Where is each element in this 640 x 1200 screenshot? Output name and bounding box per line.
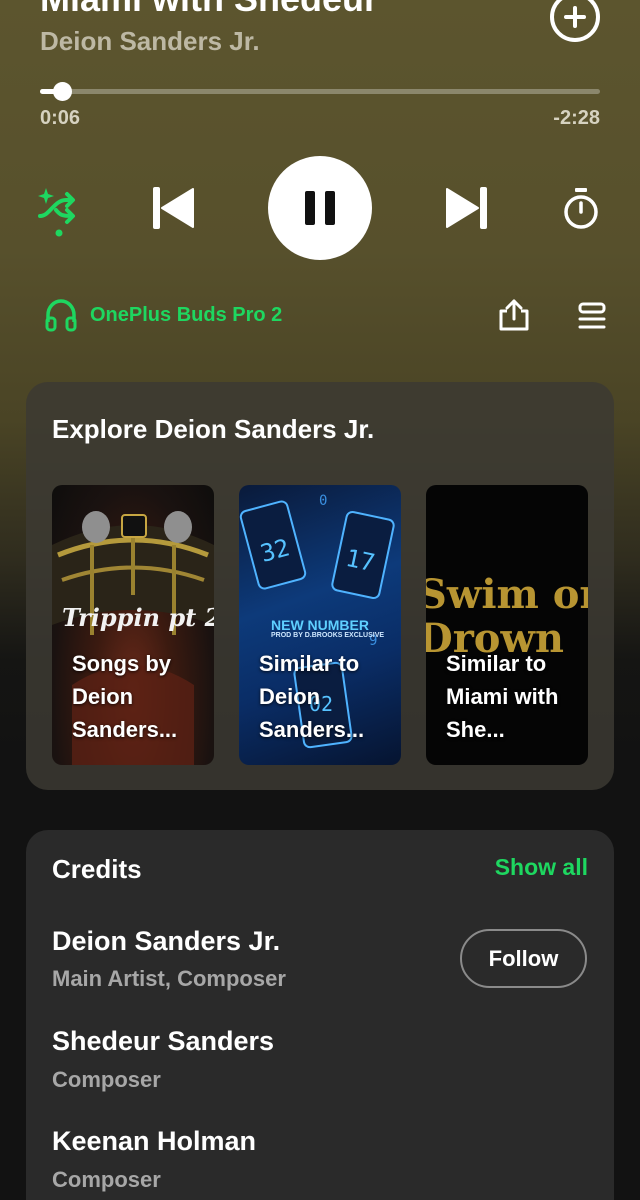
credit-role: Main Artist, Composer — [52, 966, 286, 991]
credit-role: Composer — [52, 1167, 161, 1192]
explore-tile-similar-song[interactable]: Swim or Drown Similar to Miami with She.… — [426, 485, 588, 765]
svg-text:17: 17 — [343, 544, 377, 577]
headphones-icon — [45, 299, 77, 332]
credits-section: Credits Show all Deion Sanders Jr. Main … — [26, 830, 614, 1200]
tile-art-subtitle: PROD BY D.BROOKS EXCLUSIVE — [271, 632, 385, 639]
explore-tile-songs-by[interactable]: Trippin pt 2 Songs by Deion Sanders... — [52, 485, 214, 765]
connected-device[interactable]: OnePlus Buds Pro 2 — [44, 298, 282, 332]
remaining-time: -2:28 — [553, 107, 600, 129]
explore-tile-similar-artist[interactable]: 32 17 02 0 9 NEW NUMBER PROD BY D.BROOKS… — [239, 485, 401, 765]
sleep-timer-icon[interactable] — [560, 186, 602, 230]
follow-button[interactable]: Follow — [460, 929, 587, 988]
credit-role: Composer — [52, 1067, 161, 1092]
share-icon[interactable] — [498, 298, 530, 332]
artist-name[interactable]: Deion Sanders Jr. — [40, 26, 260, 57]
progress-thumb[interactable] — [52, 82, 72, 101]
tile-art-title: Trippin pt 2 — [62, 603, 214, 632]
credit-name[interactable]: Keenan Holman — [52, 1126, 256, 1157]
show-all-link[interactable]: Show all — [495, 854, 588, 881]
tile-art-title: NEW NUMBER — [271, 617, 369, 633]
device-name: OnePlus Buds Pro 2 — [90, 303, 283, 326]
progress-bar[interactable] — [40, 82, 600, 101]
plus-circle-icon[interactable] — [550, 0, 600, 42]
pause-button[interactable] — [268, 156, 372, 260]
song-title[interactable]: Miami with Shedeur — [40, 0, 378, 20]
section-title: Credits — [52, 854, 142, 884]
smart-shuffle-icon[interactable] — [36, 186, 82, 238]
tile-label: Similar to Miami with She... — [446, 651, 559, 742]
section-title: Explore Deion Sanders Jr. — [52, 414, 375, 444]
credit-name[interactable]: Shedeur Sanders — [52, 1026, 274, 1057]
tile-label: Songs by Deion Sanders... — [72, 651, 178, 742]
skip-previous-icon[interactable] — [150, 185, 196, 231]
skip-next-icon[interactable] — [444, 185, 490, 231]
pause-icon — [305, 191, 335, 225]
elapsed-time: 0:06 — [40, 107, 81, 129]
explore-artist-section: Explore Deion Sanders Jr. Trippin pt 2 S… — [26, 382, 614, 790]
queue-icon[interactable] — [576, 302, 608, 330]
credit-name[interactable]: Deion Sanders Jr. — [52, 926, 280, 957]
svg-text:0: 0 — [319, 493, 327, 509]
tile-label: Similar to Deion Sanders... — [259, 651, 365, 742]
